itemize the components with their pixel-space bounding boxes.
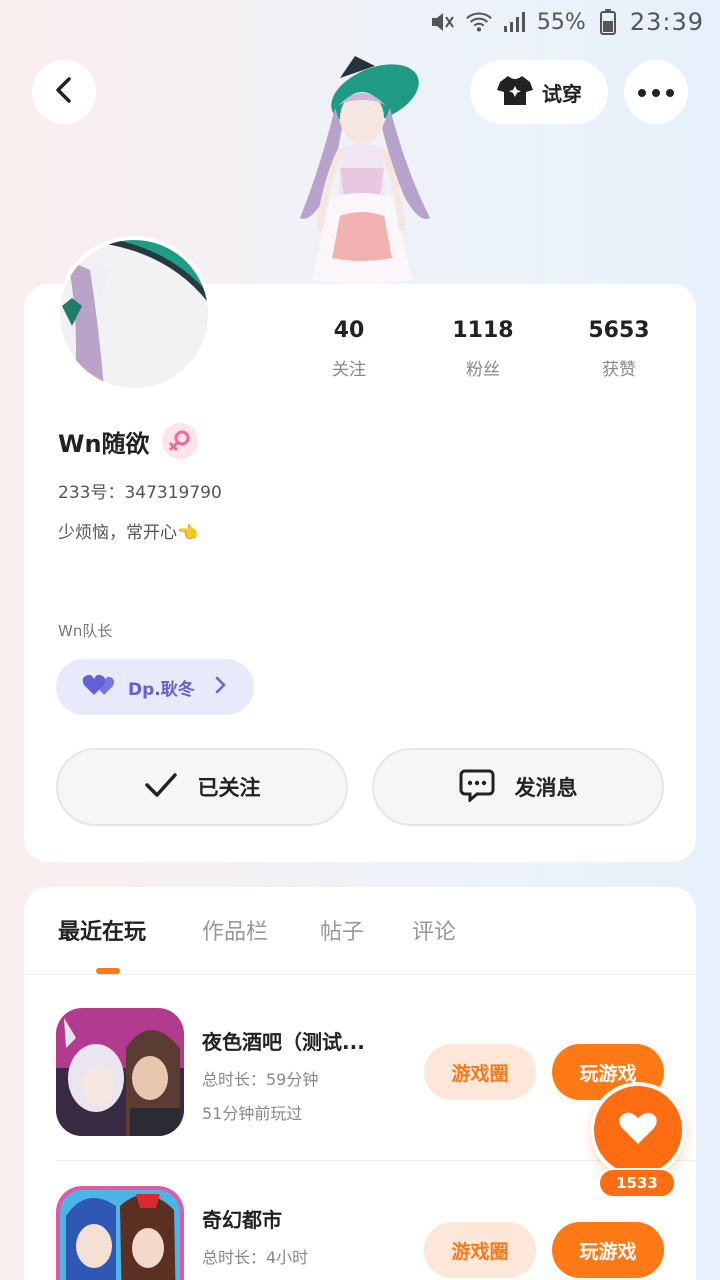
chevron-right-icon (215, 676, 227, 699)
wifi-icon (465, 8, 493, 36)
game-total-time: 总时长：4小时 (202, 1248, 309, 1267)
mute-icon (429, 8, 457, 36)
battery-icon (594, 8, 622, 36)
game-title: 夜色酒吧（测试... (202, 1030, 365, 1054)
username: Wn随欲 (58, 429, 150, 458)
game-icon-nightbar[interactable] (56, 1008, 184, 1136)
tab-divider (24, 974, 696, 975)
stat-value: 5653 (588, 318, 650, 343)
like-count: 1533 (598, 1168, 676, 1198)
like-button[interactable] (590, 1082, 686, 1178)
game-circle-button[interactable]: 游戏圈 (424, 1044, 536, 1100)
game-circle-button[interactable]: 游戏圈 (424, 1222, 536, 1278)
back-button[interactable] (32, 60, 96, 124)
stat-value: 40 (333, 318, 365, 343)
team-chip[interactable]: Dp.耿冬 (56, 659, 254, 715)
clock: 23:39 (629, 8, 704, 36)
chat-bubble-icon (459, 768, 495, 807)
game-icon-fantasy-city[interactable] (56, 1186, 184, 1280)
tab-comments[interactable]: 评论 (412, 918, 456, 958)
game-title: 奇幻都市 (202, 1208, 282, 1232)
stat-label: 获赞 (602, 360, 636, 380)
status-icons: 55% 23:39 (429, 8, 704, 36)
stat-fans[interactable]: 1118 粉丝 (428, 318, 538, 380)
stat-label: 粉丝 (466, 360, 500, 380)
list-item[interactable]: 夜色酒吧（测试... 总时长：59分钟 51分钟前玩过 游戏圈 玩游戏 (56, 1008, 666, 1138)
battery-percent: 55% (536, 9, 586, 35)
profile-tabs: 最近在玩 作品栏 帖子 评论 (58, 918, 456, 958)
play-game-button[interactable]: 玩游戏 (552, 1222, 664, 1278)
stat-label: 关注 (332, 360, 366, 380)
stat-following[interactable]: 40 关注 (294, 318, 404, 380)
tab-works[interactable]: 作品栏 (202, 918, 320, 958)
username-row: Wn随欲 (58, 420, 198, 462)
send-message-button[interactable]: 发消息 (372, 748, 664, 826)
more-button[interactable] (624, 60, 688, 124)
try-on-label: 试穿 (542, 81, 582, 106)
list-item[interactable]: 奇幻都市 总时长：4小时 游戏圈 玩游戏 (56, 1186, 666, 1280)
game-total-time: 总时长：59分钟 (202, 1070, 319, 1089)
status-bar: 55% 23:39 (0, 0, 720, 52)
followed-button[interactable]: 已关注 (56, 748, 348, 826)
stat-value: 1118 (452, 318, 514, 343)
checkmark-icon (144, 772, 178, 803)
team-name: Dp.耿冬 (128, 679, 195, 700)
team-label: Wn队长 (58, 622, 113, 640)
user-id: 233号：347319790 (58, 483, 222, 503)
more-dots-icon (637, 83, 675, 102)
user-bio: 少烦恼，常开心👈 (58, 523, 199, 543)
back-arrow-icon (52, 76, 76, 108)
try-on-button[interactable]: 试穿 (470, 60, 608, 124)
female-gender-icon (161, 423, 198, 459)
tab-posts[interactable]: 帖子 (320, 918, 412, 958)
followed-label: 已关注 (197, 776, 261, 800)
send-message-label: 发消息 (514, 776, 578, 800)
stat-likes[interactable]: 5653 获赞 (564, 318, 674, 380)
game-last-played: 51分钟前玩过 (202, 1104, 303, 1123)
avatar-character-illustration (280, 48, 440, 288)
double-heart-icon (82, 673, 116, 702)
profile-stats: 40 关注 1118 粉丝 5653 获赞 (280, 318, 680, 388)
avatar[interactable] (56, 236, 212, 392)
tab-recently-played[interactable]: 最近在玩 (58, 918, 202, 958)
signal-icon (501, 8, 529, 36)
heart-icon (618, 1110, 658, 1150)
tshirt-icon (496, 74, 534, 111)
